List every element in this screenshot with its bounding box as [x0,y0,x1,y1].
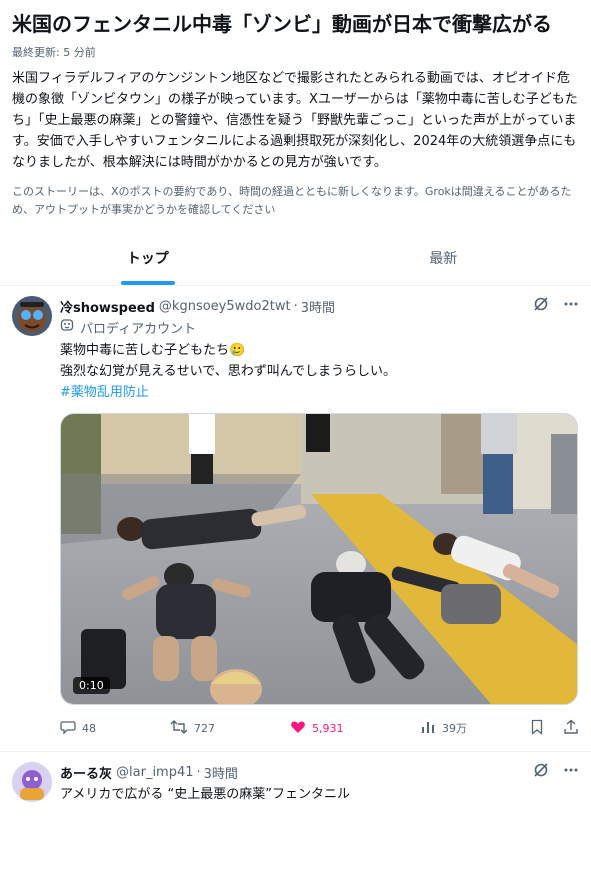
reply-icon [60,719,76,738]
separator-dot: · [196,764,201,780]
like-button[interactable]: 5,931 [290,719,420,738]
tab-latest[interactable]: 最新 [296,231,591,285]
display-name[interactable]: あーる灰 [60,763,112,782]
post-item[interactable]: あーる灰 @lar_imp41 · 3時間 アメリカで広がる “史上最悪の麻薬”… [0,752,591,805]
views-count: 39万 [442,722,467,735]
user-handle[interactable]: @lar_imp41 [116,765,194,780]
display-name[interactable]: 冷showspeed [60,297,155,316]
repost-icon [170,719,188,738]
more-icon[interactable] [563,762,579,782]
active-tab-indicator [120,281,175,285]
post-time[interactable]: 3時間 [301,297,335,316]
avatar[interactable] [12,296,52,336]
heart-icon [290,719,306,738]
video-player[interactable]: 0:10 [60,413,578,705]
video-duration: 0:10 [73,677,110,694]
video-frame-illustration [61,414,577,704]
post-text-line: 強烈な幻覚が見えるせいで、思わず叫んでしまうらしい。 [60,364,397,379]
hashtag-link[interactable]: #薬物乱用防止 [60,382,579,403]
parody-mask-icon [60,318,74,336]
post-text-line: 薬物中毒に苦しむ子どもたち🥲 [60,343,246,358]
feed-tabs: トップ 最新 [0,231,591,286]
story-disclaimer: このストーリーは、Xのポストの要約であり、時間の経過とともに新しくなります。Gr… [12,185,572,216]
post-text: 薬物中毒に苦しむ子どもたち🥲 強烈な幻覚が見えるせいで、思わず叫んでしまうらしい… [60,340,579,403]
bookmark-icon[interactable] [529,719,545,738]
post-text: アメリカで広がる “史上最悪の麻薬”フェンタニル [60,787,350,802]
reply-button[interactable]: 48 [60,719,170,738]
tab-top[interactable]: トップ [0,231,296,285]
views-icon [420,719,436,738]
explore-story-page: 米国のフェンタニル中毒「ゾンビ」動画が日本で衝撃広がる 最終更新: 5 分前 米… [0,0,591,888]
views-button[interactable]: 39万 [420,719,520,738]
more-icon[interactable] [563,296,579,316]
tab-latest-label: 最新 [429,251,458,267]
post-time[interactable]: 3時間 [204,763,238,782]
separator-dot: · [293,298,298,314]
user-handle[interactable]: @kgnsoey5wdo2twt [159,299,291,314]
tab-top-label: トップ [126,251,169,267]
share-icon[interactable] [563,719,579,738]
post-actions: 48 727 5,931 39万 [60,705,579,751]
last-updated: 最終更新: 5 分前 [12,46,96,59]
grok-story: 米国のフェンタニル中毒「ゾンビ」動画が日本で衝撃広がる 最終更新: 5 分前 米… [0,0,591,219]
story-summary: 米国フィラデルフィアのケンジントン地区などで撮影されたとみられる動画では、オピオ… [12,71,578,170]
story-headline: 米国のフェンタニル中毒「ゾンビ」動画が日本で衝撃広がる [12,12,552,36]
post-item[interactable]: 冷showspeed @kgnsoey5wdo2twt · 3時間 パロディアカ… [0,286,591,752]
like-count: 5,931 [312,721,344,735]
parody-account-label: パロディアカウント [60,316,579,338]
repost-button[interactable]: 727 [170,719,290,738]
grok-icon[interactable] [533,296,549,316]
reply-count: 48 [82,721,96,735]
parody-text: パロディアカウント [80,321,197,337]
grok-icon[interactable] [533,762,549,782]
avatar[interactable] [12,762,52,802]
repost-count: 727 [194,721,215,735]
